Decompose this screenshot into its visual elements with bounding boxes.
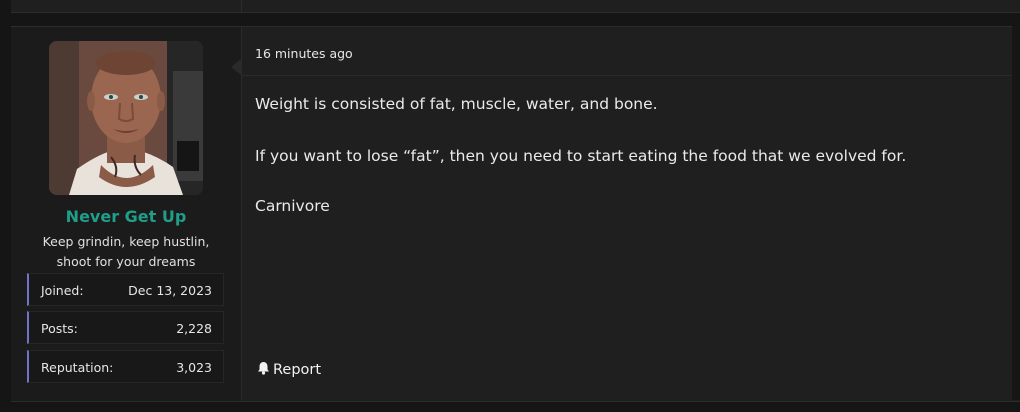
report-label: Report (273, 362, 322, 378)
previous-post-footer (11, 0, 1020, 13)
report-button[interactable]: Report (257, 361, 321, 379)
stat-label: Joined: (41, 283, 84, 298)
post-paragraph: Weight is consisted of fat, muscle, wate… (255, 95, 658, 113)
stat-value[interactable]: 2,228 (176, 321, 212, 336)
username[interactable]: Never Get Up (11, 207, 241, 226)
stat-reputation: Reputation: 3,023 (27, 350, 224, 383)
column-divider (241, 27, 242, 401)
stat-posts: Posts: 2,228 (27, 311, 224, 344)
post-header-divider (242, 75, 1020, 76)
forum-post: Never Get Up Keep grindin, keep hustlin,… (11, 26, 1020, 402)
page-edge (1012, 26, 1020, 400)
user-title: Keep grindin, keep hustlin, shoot for yo… (42, 234, 210, 269)
previous-post-divider (241, 0, 242, 12)
stat-value: 3,023 (176, 360, 212, 375)
stat-value: Dec 13, 2023 (128, 283, 212, 298)
post-timestamp[interactable]: 16 minutes ago (255, 46, 353, 61)
stat-joined: Joined: Dec 13, 2023 (27, 273, 224, 306)
stat-label: Posts: (41, 321, 78, 336)
post-paragraph: Carnivore (255, 197, 330, 215)
stat-label: Reputation: (41, 360, 114, 375)
bell-icon (257, 361, 270, 379)
avatar[interactable] (49, 41, 203, 195)
user-info-column: Never Get Up Keep grindin, keep hustlin,… (11, 27, 241, 401)
message-arrow (231, 59, 241, 75)
post-paragraph: If you want to lose “fat”, then you need… (255, 147, 907, 165)
